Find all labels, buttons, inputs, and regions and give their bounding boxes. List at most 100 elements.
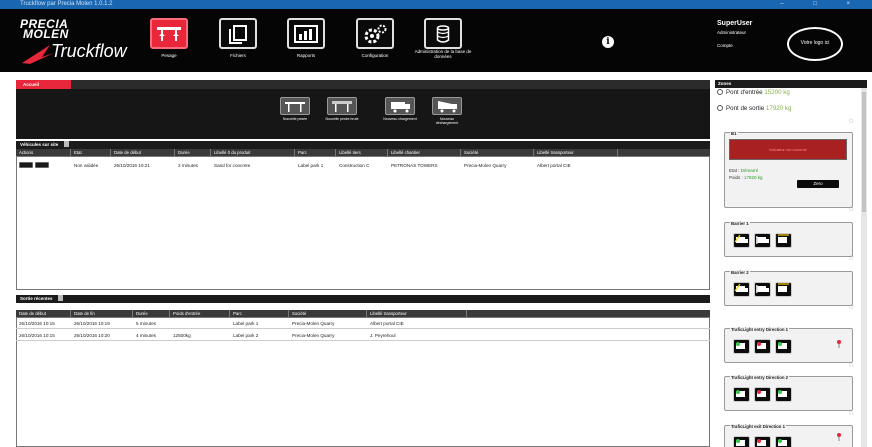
- barrier-close-button[interactable]: [754, 233, 771, 248]
- delete-row-button[interactable]: [35, 162, 49, 168]
- cell-transporteur: Albert portal CIE: [537, 162, 571, 168]
- red-light-button[interactable]: [754, 387, 771, 402]
- green-light-button[interactable]: [733, 339, 750, 354]
- barrier-open-button[interactable]: [733, 233, 750, 248]
- col-societe[interactable]: Société: [461, 149, 534, 156]
- col-produit[interactable]: Libellé 0 du produit: [211, 149, 295, 156]
- b1-state: Etat : Démarré: [729, 168, 758, 173]
- exit-bridge-label: Pont de sortie: [726, 105, 765, 112]
- row-actions: [16, 162, 71, 168]
- b1-weight: Poids : 17920 kg: [729, 175, 763, 180]
- entry-bridge-label: Pont d'entrée: [726, 89, 763, 96]
- col-date-debut[interactable]: Date de début: [111, 149, 175, 156]
- nav-fichiers-button[interactable]: Fichiers: [209, 12, 267, 67]
- col-etat[interactable]: Etat: [71, 149, 111, 156]
- col-chantier[interactable]: Libellé chantier: [388, 149, 461, 156]
- col-duree[interactable]: Durée: [175, 149, 211, 156]
- truckflow-app: Truckflow par Precia Molen 1.0.1.2 – □ ×…: [0, 0, 872, 447]
- brand-line-2: MOLEN: [23, 27, 69, 41]
- favorite-star-icon[interactable]: ☆: [848, 361, 854, 369]
- nav-database-button[interactable]: Administration de la base de données: [414, 12, 472, 67]
- nav-configuration-button[interactable]: Configuration: [346, 12, 404, 67]
- auto-light-button[interactable]: [775, 436, 792, 447]
- zones-panel: Pont d'entrée 15200 kg Pont de sortie 17…: [715, 88, 867, 447]
- col-societe[interactable]: Société: [289, 310, 367, 317]
- table-row[interactable]: 26/10/2016 10:15 26/10/2016 10:20 4 minu…: [16, 331, 710, 341]
- trafficlight-entry-2-box: TraficLight entry Direction 2: [724, 375, 853, 411]
- favorite-star-icon[interactable]: ☆: [848, 254, 854, 262]
- cell-transporteur: Albert portal CIE: [370, 321, 404, 326]
- table-row[interactable]: Non validée 26/10/2016 10:21 2 minutes S…: [16, 160, 710, 170]
- col-transporteur[interactable]: Libellé transporteur: [367, 310, 467, 317]
- zones-scroll-thumb[interactable]: [862, 92, 866, 212]
- window-controls[interactable]: – □ ×: [780, 0, 864, 9]
- col-tiers[interactable]: Libellé tiers: [336, 149, 388, 156]
- barrier-auto-button[interactable]: [775, 282, 792, 297]
- zero-button[interactable]: Zero: [797, 180, 839, 188]
- col-parc[interactable]: Parc: [295, 149, 336, 156]
- cell-fin: 26/10/2016 10:19: [74, 321, 110, 326]
- red-light-button[interactable]: [754, 436, 771, 447]
- col-transporteur[interactable]: Libellé transporteur: [534, 149, 618, 156]
- cell-duree: 2 minutes: [178, 162, 198, 168]
- traffic-lamp-icon: [837, 433, 841, 441]
- col-date-debut[interactable]: Date de début: [16, 310, 71, 317]
- trash-icon[interactable]: [57, 295, 63, 301]
- col-duree[interactable]: Durée: [133, 310, 170, 317]
- col-date-fin[interactable]: Date de fin: [71, 310, 133, 317]
- cell-duree: 4 minutes: [136, 333, 156, 338]
- favorite-star-icon[interactable]: ☆: [848, 205, 854, 213]
- exit-bridge[interactable]: Pont de sortie 17920 kg: [717, 105, 791, 112]
- green-light-button[interactable]: [733, 436, 750, 447]
- favorite-star-icon[interactable]: ☆: [848, 117, 854, 125]
- favorite-star-icon[interactable]: ☆: [848, 409, 854, 417]
- state-label: Etat :: [729, 168, 740, 173]
- entry-bridge[interactable]: Pont d'entrée 15200 kg: [717, 89, 790, 96]
- cell-parc: Label park 1: [298, 162, 324, 168]
- nav-rapports-button[interactable]: Rapports: [277, 12, 335, 67]
- cell-parc: Label park 1: [233, 321, 259, 326]
- cell-tiers: Construction C: [339, 162, 370, 168]
- barrier-open-button[interactable]: [733, 282, 750, 297]
- weigh-row-button[interactable]: [19, 162, 33, 168]
- col-parc[interactable]: Parc: [230, 310, 289, 317]
- col-poids-entree[interactable]: Poids d'entrée: [170, 310, 230, 317]
- green-light-button[interactable]: [733, 387, 750, 402]
- col-actions[interactable]: Actions: [16, 149, 71, 156]
- user-role: Administrateur: [717, 30, 747, 35]
- barrier-2-box: Barrier 2: [724, 270, 853, 306]
- cell-date-debut: 26/10/2016 10:21: [114, 162, 150, 168]
- tab-accueil[interactable]: Accueil: [16, 80, 71, 89]
- scale-b1-box: B1 Indicateur non connecté Etat : Démarr…: [724, 131, 853, 208]
- vehicles-column-headers: Actions Etat Date de début Durée Libellé…: [16, 149, 710, 156]
- barrier-2-title: Barrier 2: [730, 270, 750, 275]
- collapse-icon[interactable]: [717, 105, 723, 111]
- weight-value: 17920 kg: [744, 175, 763, 180]
- auto-light-button[interactable]: [775, 339, 792, 354]
- state-value: Démarré: [740, 168, 759, 173]
- trafficlight-entry-1-title: TraficLight entry Direction 1: [730, 327, 790, 332]
- new-loading-button[interactable]: Nouveau chargement: [383, 97, 417, 130]
- product-name: Truckflow: [51, 41, 127, 61]
- new-weighing-label: Nouvelle pesée: [282, 117, 308, 121]
- recent-exits-title: Sortie récentes: [20, 296, 53, 301]
- window-titlebar: Truckflow par Precia Molen 1.0.1.2 – □ ×: [0, 0, 872, 9]
- trash-icon[interactable]: [63, 141, 69, 147]
- table-row[interactable]: 26/10/2016 10:15 26/10/2016 10:19 5 minu…: [16, 319, 710, 329]
- zones-scrollbar[interactable]: [861, 88, 867, 447]
- red-light-button[interactable]: [754, 339, 771, 354]
- scale-b1-title: B1: [730, 131, 738, 136]
- nav-pesage-button[interactable]: Pesage: [140, 12, 198, 67]
- account-link[interactable]: Compte: [717, 43, 733, 48]
- info-icon[interactable]: i: [602, 36, 614, 48]
- nav-pesage-label: Pesage: [161, 53, 177, 58]
- new-gross-weighing-button[interactable]: Nouvelle pesée brute: [325, 97, 359, 130]
- new-unloading-button[interactable]: Nouveau déchargement: [432, 97, 462, 130]
- favorite-star-icon[interactable]: ☆: [848, 303, 854, 311]
- barrier-auto-button[interactable]: [775, 233, 792, 248]
- barrier-close-button[interactable]: [754, 282, 771, 297]
- auto-light-button[interactable]: [775, 387, 792, 402]
- new-weighing-button[interactable]: Nouvelle pesée: [280, 97, 310, 130]
- collapse-icon[interactable]: [717, 89, 723, 95]
- recent-exits-header: Sortie récentes: [16, 295, 710, 303]
